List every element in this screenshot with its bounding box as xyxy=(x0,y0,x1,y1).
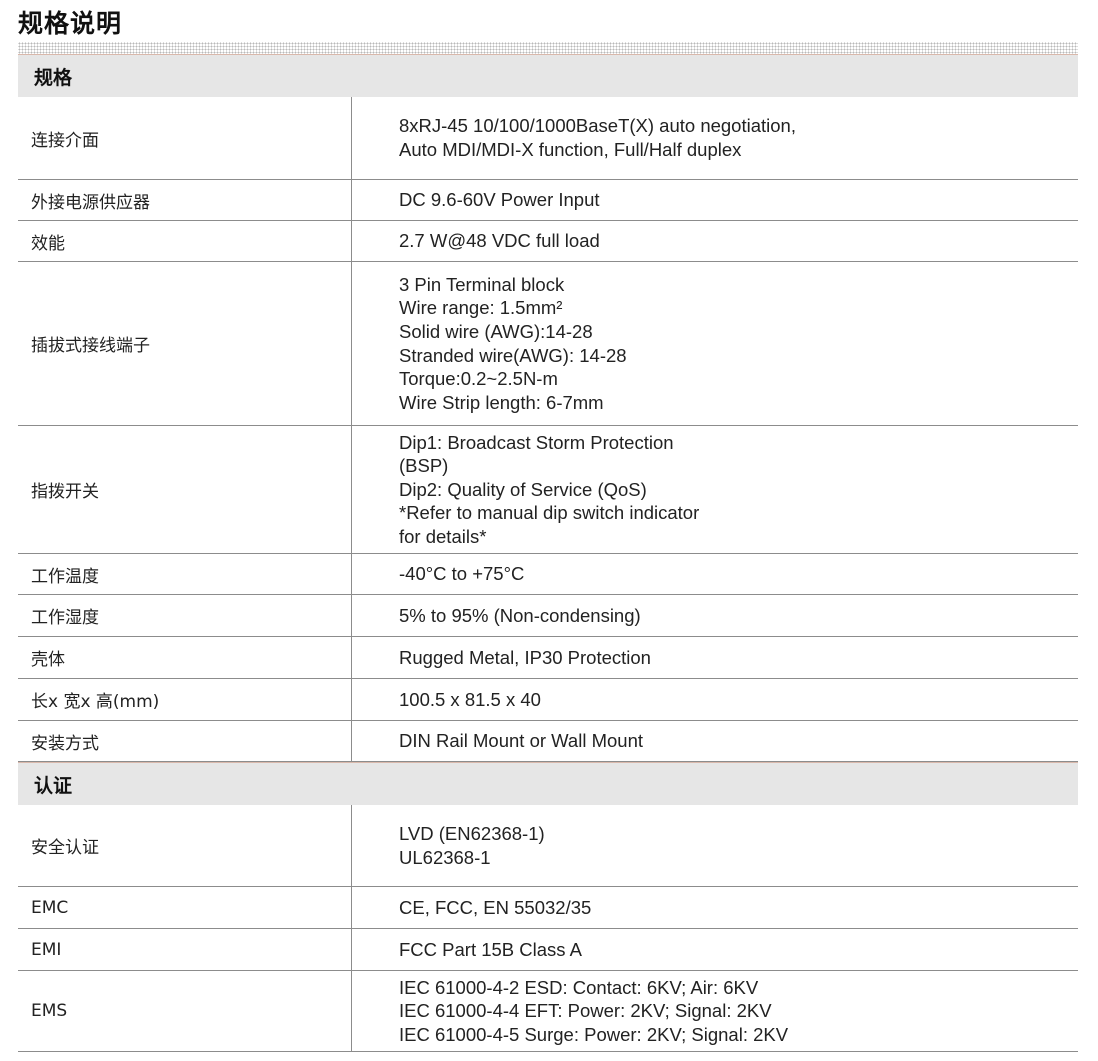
table-row: EMC CE, FCC, EN 55032/35 xyxy=(18,887,1078,929)
row-value: Dip1: Broadcast Storm Protection (BSP) D… xyxy=(352,426,1078,553)
row-value: 2.7 W@48 VDC full load xyxy=(352,221,1078,261)
value-line: DIN Rail Mount or Wall Mount xyxy=(399,730,643,752)
row-label: 指拨开关 xyxy=(18,426,352,553)
table-row: 外接电源供应器 DC 9.6-60V Power Input xyxy=(18,180,1078,221)
table-row: 安装方式 DIN Rail Mount or Wall Mount xyxy=(18,721,1078,762)
value-line: Torque:0.2~2.5N-m xyxy=(399,368,558,390)
row-value: LVD (EN62368-1) UL62368-1 xyxy=(352,805,1078,886)
table-row: EMI FCC Part 15B Class A xyxy=(18,929,1078,971)
table-row: 工作湿度 5% to 95% (Non-condensing) xyxy=(18,595,1078,637)
value-line: -40°C to +75°C xyxy=(399,563,525,585)
value-line: *Refer to manual dip switch indicator xyxy=(399,502,700,524)
row-label: 安装方式 xyxy=(18,721,352,761)
row-label: 连接介面 xyxy=(18,97,352,179)
row-label: EMI xyxy=(18,929,352,970)
row-label: 工作温度 xyxy=(18,554,352,594)
value-line: Wire range: 1.5mm² xyxy=(399,297,563,319)
section-heading-certifications: 认证 xyxy=(18,762,1078,805)
value-line: DC 9.6-60V Power Input xyxy=(399,189,600,211)
value-line: Auto MDI/MDI-X function, Full/Half duple… xyxy=(399,139,742,160)
row-value: FCC Part 15B Class A xyxy=(352,929,1078,970)
value-line: Stranded wire(AWG): 14-28 xyxy=(399,344,627,366)
value-line: Wire Strip length: 6-7mm xyxy=(399,391,604,413)
value-line: IEC 61000-4-5 Surge: Power: 2KV; Signal:… xyxy=(399,1023,789,1045)
row-label: 安全认证 xyxy=(18,805,352,886)
row-value: CE, FCC, EN 55032/35 xyxy=(352,887,1078,928)
page-title: 规格说明 xyxy=(18,9,123,38)
row-label: 插拔式接线端子 xyxy=(18,262,352,425)
value-line: 8xRJ-45 10/100/1000BaseT(X) auto negotia… xyxy=(399,115,796,137)
row-label: 外接电源供应器 xyxy=(18,180,352,220)
row-label: 工作湿度 xyxy=(18,595,352,636)
row-value: -40°C to +75°C xyxy=(352,554,1078,594)
row-label: EMC xyxy=(18,887,352,928)
row-value: IEC 61000-4-2 ESD: Contact: 6KV; Air: 6K… xyxy=(352,971,1078,1051)
value-line: (BSP) xyxy=(399,455,449,477)
value-line: CE, FCC, EN 55032/35 xyxy=(399,896,592,918)
value-line: IEC 61000-4-2 ESD: Contact: 6KV; Air: 6K… xyxy=(399,976,759,998)
value-line: UL62368-1 xyxy=(399,846,491,868)
table-row: 效能 2.7 W@48 VDC full load xyxy=(18,221,1078,262)
row-label: 壳体 xyxy=(18,637,352,678)
row-value: DIN Rail Mount or Wall Mount xyxy=(352,721,1078,761)
value-line: 5% to 95% (Non-condensing) xyxy=(399,604,641,626)
table-row: 指拨开关 Dip1: Broadcast Storm Protection (B… xyxy=(18,426,1078,554)
row-value: 5% to 95% (Non-condensing) xyxy=(352,595,1078,636)
value-line: LVD (EN62368-1) xyxy=(399,822,545,844)
row-label: 效能 xyxy=(18,221,352,261)
section-heading-specs: 规格 xyxy=(18,54,1078,97)
row-value: 3 Pin Terminal block Wire range: 1.5mm² … xyxy=(352,262,1078,425)
table-row: 安全认证 LVD (EN62368-1) UL62368-1 xyxy=(18,805,1078,887)
value-line: 3 Pin Terminal block xyxy=(399,273,565,295)
value-line: for details* xyxy=(399,525,487,547)
row-label: EMS xyxy=(18,971,352,1051)
table-row: 壳体 Rugged Metal, IP30 Protection xyxy=(18,637,1078,679)
value-line: Rugged Metal, IP30 Protection xyxy=(399,646,651,668)
value-line: Dip2: Quality of Service (QoS) xyxy=(399,478,647,500)
dotted-divider xyxy=(18,42,1078,54)
table-row: 插拔式接线端子 3 Pin Terminal block Wire range:… xyxy=(18,262,1078,426)
table-row: EMS IEC 61000-4-2 ESD: Contact: 6KV; Air… xyxy=(18,971,1078,1052)
table-row: 长x 宽x 高(mm) 100.5 x 81.5 x 40 xyxy=(18,679,1078,721)
row-value: 100.5 x 81.5 x 40 xyxy=(352,679,1078,720)
table-row: 连接介面 8xRJ-45 10/100/1000BaseT(X) auto ne… xyxy=(18,97,1078,180)
value-line: 2.7 W@48 VDC full load xyxy=(399,230,600,252)
value-line: 100.5 x 81.5 x 40 xyxy=(399,688,541,710)
value-line: IEC 61000-4-4 EFT: Power: 2KV; Signal: 2… xyxy=(399,1000,772,1022)
table-row: 工作温度 -40°C to +75°C xyxy=(18,554,1078,595)
value-line: Solid wire (AWG):14-28 xyxy=(399,320,593,342)
row-value: DC 9.6-60V Power Input xyxy=(352,180,1078,220)
value-line: FCC Part 15B Class A xyxy=(399,938,583,960)
value-line: Dip1: Broadcast Storm Protection xyxy=(399,431,674,453)
spec-table: 规格 连接介面 8xRJ-45 10/100/1000BaseT(X) auto… xyxy=(18,54,1078,1052)
row-value: 8xRJ-45 10/100/1000BaseT(X) auto negotia… xyxy=(352,97,1078,179)
row-value: Rugged Metal, IP30 Protection xyxy=(352,637,1078,678)
row-label: 长x 宽x 高(mm) xyxy=(18,679,352,720)
